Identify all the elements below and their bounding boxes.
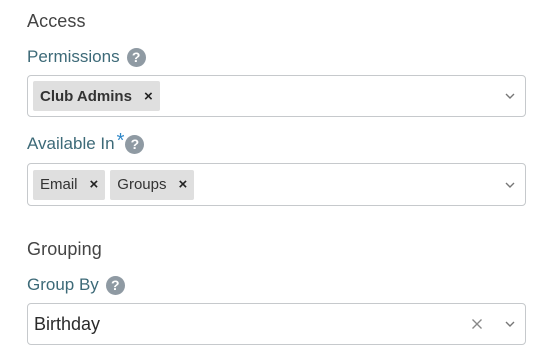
- clear-x-icon[interactable]: [471, 318, 483, 330]
- remove-x-icon[interactable]: ×: [90, 176, 99, 193]
- question-circle-icon[interactable]: ?: [105, 275, 125, 295]
- chevron-down-icon[interactable]: [504, 179, 516, 191]
- remove-x-icon[interactable]: ×: [178, 176, 187, 193]
- group-by-select[interactable]: Birthday: [27, 303, 526, 345]
- available-in-label: Available In * ?: [27, 130, 145, 154]
- access-section-title: Access: [27, 11, 86, 31]
- available-in-label-text: Available In: [27, 134, 115, 153]
- question-circle-icon[interactable]: ?: [126, 47, 146, 67]
- group-by-label: Group By ?: [27, 275, 125, 295]
- group-by-label-text: Group By: [27, 275, 99, 294]
- group-by-value: Birthday: [34, 313, 101, 334]
- remove-x-icon[interactable]: ×: [144, 88, 153, 105]
- grouping-section-title: Grouping: [27, 239, 102, 259]
- available-in-tag-groups: Groups ×: [110, 169, 195, 200]
- available-in-tag-email: Email ×: [33, 169, 106, 200]
- tag-label: Groups: [117, 176, 167, 193]
- tag-label: Email: [40, 176, 78, 193]
- required-marker: *: [116, 130, 125, 152]
- access-settings-panel: Access Permissions ? Club Admins × Avail…: [0, 0, 541, 359]
- question-circle-icon[interactable]: ?: [125, 134, 145, 154]
- available-in-select[interactable]: Email × Groups ×: [27, 163, 526, 206]
- permission-tag-club-admins: Club Admins ×: [33, 81, 160, 111]
- chevron-down-icon[interactable]: [504, 90, 516, 102]
- permissions-label: Permissions ?: [27, 47, 146, 67]
- tag-label: Club Admins: [40, 87, 132, 105]
- chevron-down-icon[interactable]: [504, 318, 516, 330]
- permissions-label-text: Permissions: [27, 47, 120, 66]
- permissions-select[interactable]: Club Admins ×: [27, 75, 526, 117]
